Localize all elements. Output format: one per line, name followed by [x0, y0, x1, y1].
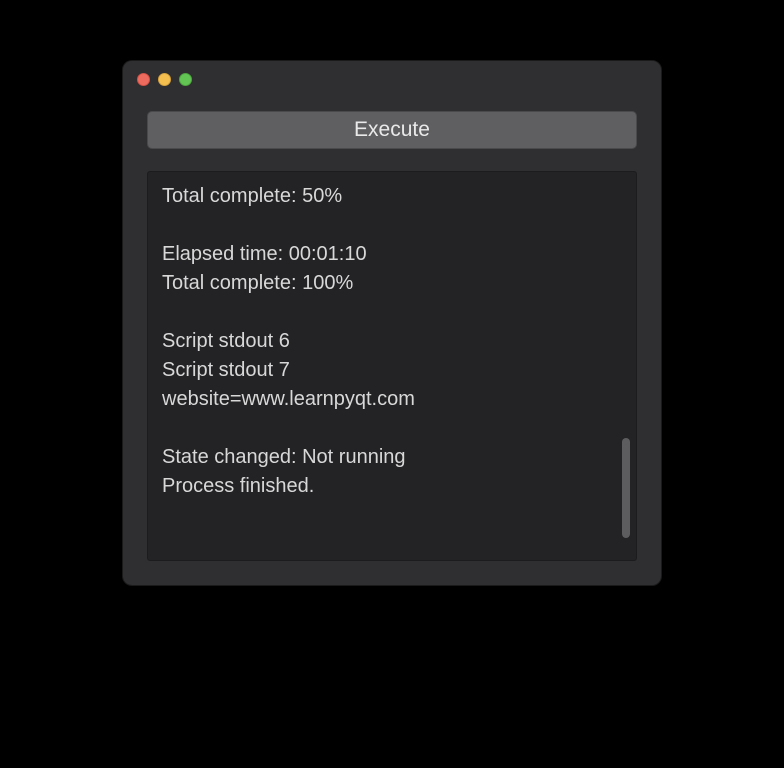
execute-button[interactable]: Execute — [147, 111, 637, 149]
close-icon[interactable] — [137, 73, 150, 86]
output-text: Total complete: 50% Elapsed time: 00:01:… — [162, 182, 622, 501]
traffic-lights — [137, 73, 192, 86]
minimize-icon[interactable] — [158, 73, 171, 86]
titlebar[interactable] — [123, 61, 661, 97]
window-content: Execute Total complete: 50% Elapsed time… — [123, 97, 661, 585]
output-panel[interactable]: Total complete: 50% Elapsed time: 00:01:… — [147, 171, 637, 561]
scrollbar-thumb[interactable] — [622, 438, 630, 538]
maximize-icon[interactable] — [179, 73, 192, 86]
app-window: Execute Total complete: 50% Elapsed time… — [122, 60, 662, 586]
